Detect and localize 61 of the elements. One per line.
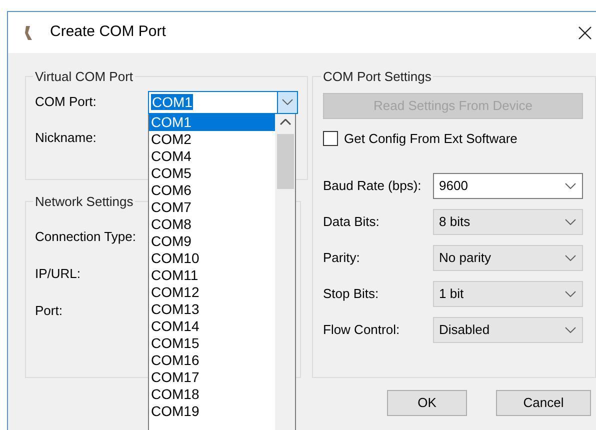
field-label: Port:	[35, 302, 62, 320]
chevron-down-icon	[282, 99, 293, 105]
dropdown-item[interactable]: COM12	[149, 284, 275, 300]
dropdown-field[interactable]: 9600	[433, 172, 583, 198]
field-label: Flow Control:	[323, 320, 401, 339]
dropdown-field[interactable]: 1 bit	[433, 280, 583, 306]
combo-arrow-button[interactable]	[277, 92, 297, 112]
dropdown-item[interactable]: COM11	[149, 266, 275, 284]
dropdown-item[interactable]: COM17	[149, 368, 275, 386]
chevron-down-icon	[565, 290, 576, 296]
group-title: Virtual COM Port	[34, 68, 134, 86]
window-title: Create COM Port	[50, 22, 166, 42]
dialog-button[interactable]: OK	[387, 390, 467, 416]
dropdown-item[interactable]: COM13	[149, 300, 275, 318]
scroll-up-icon[interactable]	[280, 119, 290, 125]
dropdown-item[interactable]: COM15	[149, 334, 275, 352]
dropdown-item[interactable]: COM2	[149, 130, 275, 148]
scroll-thumb[interactable]	[276, 134, 294, 188]
dropdown-item[interactable]: COM1	[149, 114, 275, 130]
dialog-button[interactable]: Cancel	[496, 390, 591, 416]
close-button[interactable]	[577, 24, 593, 40]
dropdown-item[interactable]: COM16	[149, 352, 275, 368]
combo-value: COM1	[151, 94, 194, 110]
field-label: IP/URL:	[35, 265, 81, 284]
group-title: COM Port Settings	[322, 68, 432, 86]
dropdown-field[interactable]: No parity	[433, 244, 583, 270]
dropdown-value: No parity	[439, 248, 492, 267]
field-label: Data Bits:	[323, 212, 380, 231]
dropdown-value: 9600	[439, 176, 469, 195]
dropdown-field[interactable]: 8 bits	[433, 208, 583, 234]
dropdown-item[interactable]: COM14	[149, 318, 275, 334]
app-logo-icon	[24, 24, 34, 40]
chevron-down-icon	[565, 218, 576, 224]
dropdown-item[interactable]: COM6	[149, 182, 275, 198]
field-label: Connection Type:	[35, 228, 136, 246]
field-label: Nickname:	[35, 129, 96, 148]
checkbox-label: Get Config From Ext Software	[344, 130, 518, 148]
dropdown-item[interactable]: COM10	[149, 250, 275, 266]
dropdown-item[interactable]: COM18	[149, 386, 275, 402]
group-title: Network Settings	[34, 193, 134, 211]
dropdown-item[interactable]: COM19	[149, 402, 275, 420]
chevron-down-icon	[565, 254, 576, 260]
dropdown-item[interactable]: COM5	[149, 164, 275, 182]
close-icon	[578, 26, 592, 40]
com-port-combo[interactable]: COM1	[148, 90, 298, 114]
dropdown-field[interactable]: Disabled	[433, 316, 583, 342]
dropdown-value: Disabled	[439, 320, 491, 339]
dropdown-item[interactable]: COM8	[149, 216, 275, 232]
field-label: COM Port:	[35, 93, 98, 112]
scrollbar[interactable]	[275, 114, 295, 430]
dropdown-item[interactable]: COM7	[149, 198, 275, 216]
chevron-down-icon	[565, 326, 576, 332]
dropdown-item[interactable]: COM4	[149, 148, 275, 164]
field-label: Parity:	[323, 248, 361, 267]
checkbox[interactable]	[323, 131, 338, 146]
dropdown-item[interactable]: COM9	[149, 232, 275, 250]
field-label: Stop Bits:	[323, 284, 380, 303]
dropdown-value: 1 bit	[439, 284, 465, 303]
chevron-down-icon	[565, 182, 576, 188]
dropdown-value: 8 bits	[439, 212, 472, 231]
field-label: Baud Rate (bps):	[323, 176, 422, 195]
